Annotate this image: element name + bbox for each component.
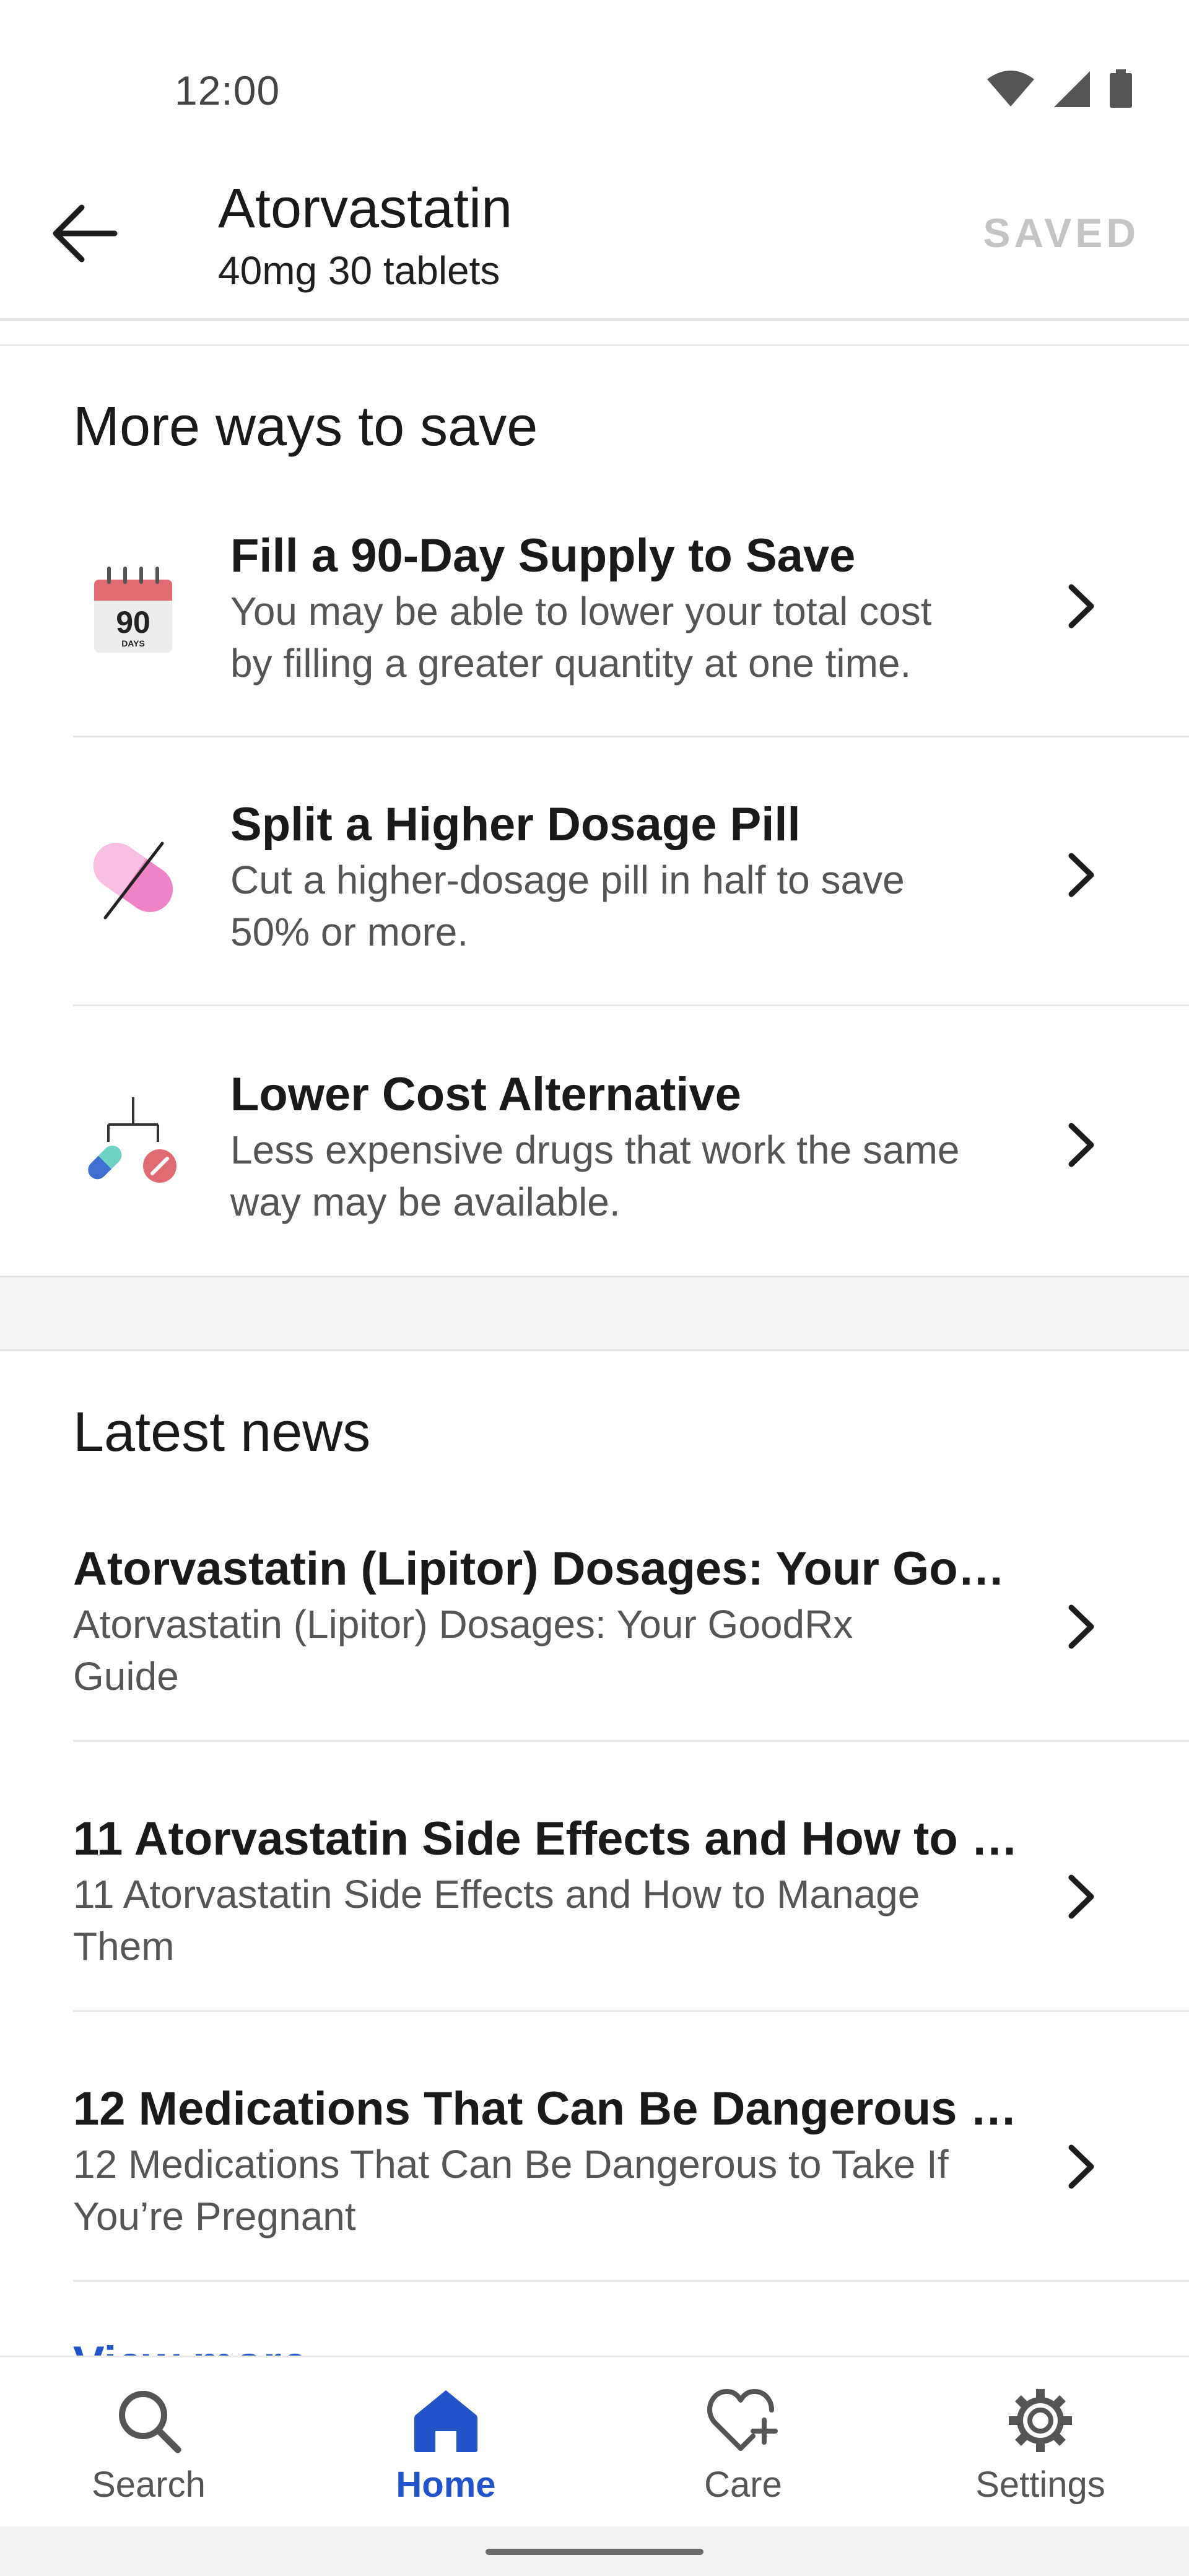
nav-label: Settings: [975, 2465, 1105, 2505]
bottom-navigation: Search Home Care Settings: [0, 2356, 1189, 2526]
chevron-right-icon: [1068, 1874, 1094, 1919]
news-title: 12 Medications That Can Be Dangerous t..…: [73, 2082, 1021, 2135]
drug-detail-screen: 12:00 Atorvastatin 40mg 30 tablets SAVED…: [0, 0, 1189, 2576]
save-option-desc-line-1: Less expensive drugs that work the same: [230, 1128, 960, 1172]
battery-icon: [1110, 69, 1132, 108]
chevron-right-icon: [1068, 1123, 1094, 1167]
news-desc-line-1: 12 Medications That Can Be Dangerous to …: [73, 2142, 949, 2187]
nav-item-home[interactable]: Home: [297, 2357, 594, 2526]
drug-dosage-subtitle: 40mg 30 tablets: [218, 248, 500, 293]
news-desc-line-1: Atorvastatin (Lipitor) Dosages: Your Goo…: [73, 1602, 853, 1647]
status-bar: 12:00: [0, 0, 1189, 161]
save-option-desc-line-2: by filling a greater quantity at one tim…: [230, 641, 912, 685]
nav-label: Care: [704, 2465, 782, 2505]
nav-item-settings[interactable]: Settings: [892, 2357, 1189, 2526]
search-icon: [111, 2383, 186, 2458]
status-time: 12:00: [175, 67, 281, 113]
save-option-title: Split a Higher Dosage Pill: [230, 798, 801, 851]
status-icons: [986, 69, 1133, 109]
news-desc-line-2: Them: [73, 1924, 175, 1969]
more-ways-heading: More ways to save: [73, 396, 538, 458]
news-desc-line-2: You’re Pregnant: [73, 2194, 356, 2239]
row-divider: [73, 2010, 1189, 2012]
home-gesture-bar[interactable]: [486, 2549, 703, 2555]
news-title: Atorvastatin (Lipitor) Dosages: Your Goo…: [73, 1543, 1021, 1595]
home-icon: [409, 2383, 483, 2458]
split-pill-icon: [81, 825, 186, 930]
save-option-90-day-supply[interactable]: 90 DAYS Fill a 90-Day Supply to Save You…: [0, 499, 1189, 768]
nav-label: Search: [92, 2465, 206, 2505]
calendar-caption: DAYS: [121, 638, 145, 648]
calendar-90-days-icon: 90 DAYS: [81, 556, 186, 661]
cellular-signal-icon: [1054, 71, 1090, 107]
save-option-desc-line-2: way may be available.: [230, 1180, 621, 1224]
chevron-right-icon: [1068, 584, 1094, 629]
nav-item-care[interactable]: Care: [594, 2357, 892, 2526]
saved-button[interactable]: SAVED: [983, 209, 1140, 256]
save-option-desc-line-1: Cut a higher-dosage pill in half to save: [230, 858, 905, 902]
heart-plus-icon: [706, 2383, 780, 2458]
chevron-right-icon: [1068, 853, 1094, 897]
save-option-desc-line-1: You may be able to lower your total cost: [230, 589, 932, 633]
save-option-lower-cost-alternative[interactable]: Lower Cost Alternative Less expensive dr…: [0, 1038, 1189, 1307]
section-separator: [0, 1276, 1189, 1351]
nav-label: Home: [396, 2465, 496, 2505]
alternative-drug-icon: [81, 1095, 186, 1200]
app-bar: Atorvastatin 40mg 30 tablets SAVED: [0, 161, 1189, 321]
news-desc-line-1: 11 Atorvastatin Side Effects and How to …: [73, 1872, 920, 1917]
save-option-title: Lower Cost Alternative: [230, 1068, 741, 1121]
wifi-icon: [987, 71, 1034, 107]
divider: [0, 344, 1189, 346]
save-option-split-pill[interactable]: Split a Higher Dosage Pill Cut a higher-…: [0, 768, 1189, 1037]
chevron-right-icon: [1068, 2144, 1094, 2189]
arrow-back-icon: [53, 204, 118, 263]
gear-icon: [1003, 2383, 1078, 2458]
row-divider: [73, 1004, 1189, 1006]
gesture-navigation-area: [0, 2526, 1189, 2576]
row-divider: [73, 2280, 1189, 2282]
row-divider: [73, 1740, 1189, 1742]
nav-item-search[interactable]: Search: [0, 2357, 297, 2526]
news-desc-line-2: Guide: [73, 1654, 179, 1699]
back-button[interactable]: [37, 187, 130, 280]
calendar-number: 90: [116, 605, 150, 640]
save-option-desc-line-2: 50% or more.: [230, 910, 469, 954]
save-option-title: Fill a 90-Day Supply to Save: [230, 529, 856, 582]
news-title: 11 Atorvastatin Side Effects and How to …: [73, 1812, 1021, 1865]
latest-news-heading: Latest news: [73, 1401, 371, 1463]
chevron-right-icon: [1068, 1604, 1094, 1649]
row-divider: [73, 736, 1189, 738]
drug-title: Atorvastatin: [218, 178, 513, 240]
